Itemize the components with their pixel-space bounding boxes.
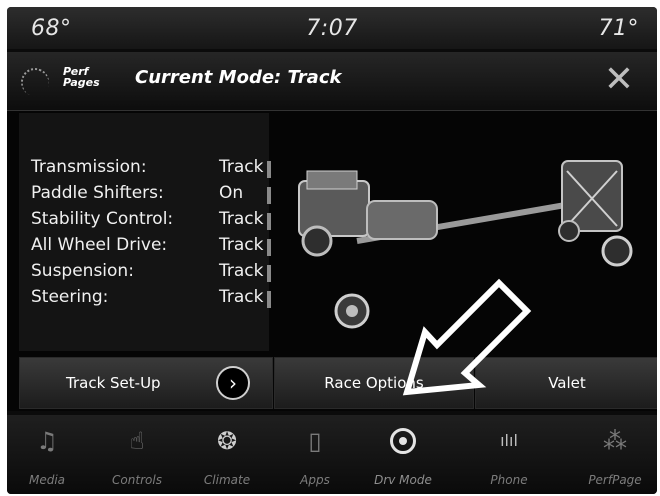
setting-row-transmission: Transmission: Track	[31, 157, 271, 183]
close-button[interactable]: ✕	[601, 60, 637, 100]
value-indicator	[267, 213, 271, 230]
pointer-arrow-icon	[402, 278, 532, 396]
page-title: Current Mode: Track	[135, 67, 342, 88]
nav-climate[interactable]: ❂ Climate	[187, 415, 267, 494]
value-indicator	[267, 291, 271, 308]
nav-apps[interactable]: ▯ Apps	[275, 415, 355, 494]
status-bar: 68° 7:07 71°	[7, 7, 657, 49]
main-content: Transmission: Track Paddle Shifters: On …	[7, 111, 657, 353]
setting-row-all-wheel-drive: All Wheel Drive: Track	[31, 235, 271, 261]
setting-row-suspension: Suspension: Track	[31, 261, 271, 287]
setting-label: Transmission:	[31, 157, 147, 177]
setting-label: Paddle Shifters:	[31, 183, 164, 203]
nav-perfpage[interactable]: ⁂ PerfPage	[575, 415, 655, 494]
chevron-right-icon[interactable]: ›	[216, 366, 250, 400]
bottom-navigation: ♫ Media ☝ Controls ❂ Climate ▯ Apps Drv …	[7, 415, 657, 494]
apps-icon: ▯	[308, 427, 322, 455]
setting-value: On	[219, 183, 244, 203]
setting-value: Track	[219, 261, 264, 281]
nav-controls[interactable]: ☝ Controls	[97, 415, 177, 494]
value-indicator	[267, 265, 271, 282]
track-setup-button[interactable]: Track Set-Up ›	[19, 357, 273, 409]
passenger-temperature[interactable]: 71°	[599, 16, 640, 41]
climate-icon: ❂	[216, 427, 238, 455]
phone-signal-icon: ılıl	[500, 431, 518, 450]
nav-label: Media	[28, 473, 66, 487]
value-indicator	[267, 239, 271, 256]
nav-phone[interactable]: ılıl Phone	[469, 415, 549, 494]
nav-label: PerfPage	[588, 473, 642, 487]
logo-line-2: Pages	[63, 76, 100, 89]
setting-value: Track	[219, 235, 264, 255]
music-note-icon: ♫	[36, 427, 58, 455]
nav-label: Drv Mode	[374, 473, 432, 487]
value-indicator	[267, 161, 271, 178]
setting-value: Track	[219, 287, 264, 307]
setting-label: Steering:	[31, 287, 109, 307]
setting-row-stability-control: Stability Control: Track	[31, 209, 271, 235]
steering-wheel-icon	[363, 425, 443, 457]
nav-label: Phone	[490, 473, 528, 487]
setting-label: Suspension:	[31, 261, 134, 281]
perf-pages-logo: Perf Pages	[17, 64, 127, 100]
setting-value: Track	[219, 209, 264, 229]
setting-value: Track	[219, 157, 264, 177]
setting-label: Stability Control:	[31, 209, 174, 229]
nav-drive-mode[interactable]: Drv Mode	[363, 415, 443, 494]
page-header: Perf Pages Current Mode: Track ✕	[7, 52, 657, 111]
close-icon: ✕	[603, 59, 635, 100]
setting-label: All Wheel Drive:	[31, 235, 168, 255]
setting-row-paddle-shifters: Paddle Shifters: On	[31, 183, 271, 209]
hand-icon: ☝	[129, 427, 145, 455]
nav-label: Controls	[112, 473, 162, 487]
mode-settings-panel: Transmission: Track Paddle Shifters: On …	[19, 113, 271, 351]
gauge-icon	[17, 64, 53, 100]
nav-label: Apps	[300, 473, 330, 487]
infotainment-screen: 68° 7:07 71° Perf Pages Current Mode: Tr…	[7, 7, 657, 494]
track-setup-label: Track Set-Up	[66, 374, 161, 392]
nav-media[interactable]: ♫ Media	[7, 415, 87, 494]
value-indicator	[267, 187, 271, 204]
clock: 7:07	[306, 16, 358, 41]
setting-row-steering: Steering: Track	[31, 287, 271, 313]
action-button-row: Track Set-Up › Race Options Valet	[7, 353, 657, 411]
perf-gauge-icon: ⁂	[603, 427, 627, 455]
nav-label: Climate	[203, 473, 251, 487]
